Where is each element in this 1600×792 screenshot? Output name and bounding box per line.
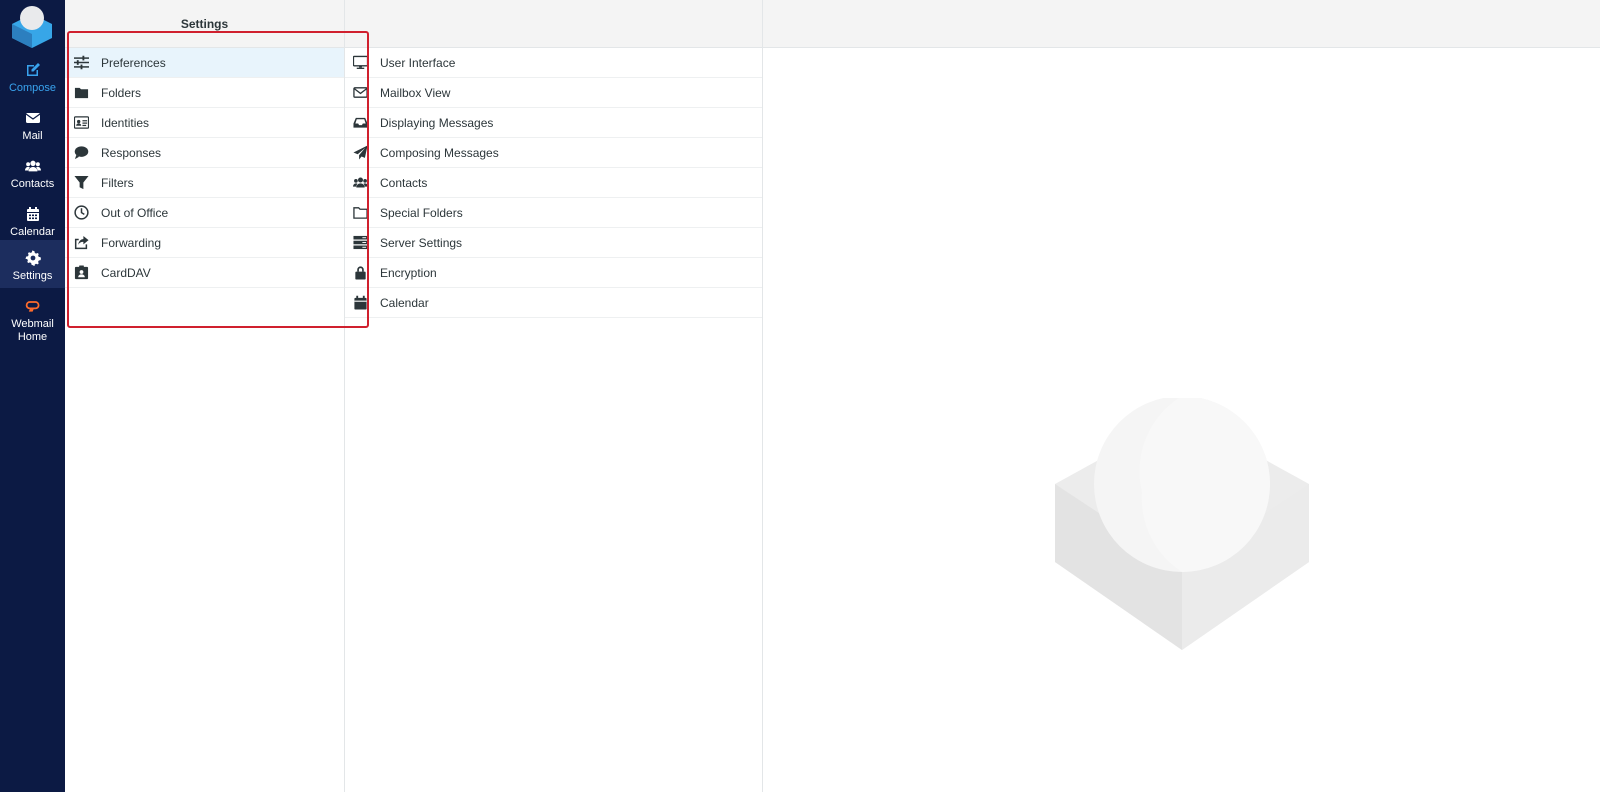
nav-webmail-label: Webmail Home (11, 318, 54, 344)
nav-settings-label: Settings (12, 270, 53, 282)
section-item-displaying-messages[interactable]: Displaying Messages (345, 108, 762, 138)
roundcube-watermark-logo (1055, 398, 1309, 650)
settings-item-out-of-office[interactable]: Out of Office (65, 198, 344, 228)
settings-item-label: Forwarding (101, 235, 162, 250)
roundcube-logo (12, 6, 52, 48)
cpanel-icon (25, 301, 39, 312)
gear-icon (24, 250, 41, 266)
settings-item-folders[interactable]: Folders (65, 78, 344, 108)
settings-item-carddav[interactable]: CardDAV (65, 258, 344, 288)
sections-header (345, 0, 762, 48)
settings-item-identities[interactable]: Identities (65, 108, 344, 138)
nav-compose-label: Compose (8, 82, 57, 94)
nav-contacts[interactable]: Contacts (0, 150, 65, 198)
section-item-composing-messages[interactable]: Composing Messages (345, 138, 762, 168)
settings-item-label: Filters (101, 175, 134, 190)
sliders-icon (73, 55, 89, 71)
users-icon (352, 175, 368, 191)
paper-plane-icon (352, 145, 368, 161)
settings-item-label: Out of Office (101, 205, 169, 220)
content-panel (763, 0, 1600, 792)
calendar-icon (26, 207, 39, 221)
users-icon (24, 160, 41, 172)
filter-icon (73, 175, 89, 191)
section-item-server-settings[interactable]: Server Settings (345, 228, 762, 258)
section-item-label: User Interface (380, 55, 456, 70)
section-item-user-interface[interactable]: User Interface (345, 48, 762, 78)
section-item-label: Encryption (380, 265, 437, 280)
section-item-label: Calendar (380, 295, 429, 310)
nav-webmail-label-line2: Home (17, 331, 48, 343)
settings-item-preferences[interactable]: Preferences (65, 48, 344, 78)
nav-mail-label: Mail (22, 130, 43, 142)
section-item-label: Server Settings (380, 235, 463, 250)
section-item-special-folders[interactable]: Special Folders (345, 198, 762, 228)
share-icon (73, 235, 89, 251)
nav-webmail-label-line1: Webmail (11, 318, 54, 330)
section-item-contacts[interactable]: Contacts (345, 168, 762, 198)
nav-webmail-home[interactable]: Webmail Home (0, 290, 65, 346)
settings-list-panel: Settings Preferences Folders Identities … (65, 0, 345, 792)
nav-calendar-label: Calendar (10, 226, 55, 238)
sections-list-panel: User Interface Mailbox View Displaying M… (345, 0, 763, 792)
nav-mail[interactable]: Mail (0, 102, 65, 150)
section-item-label: Special Folders (380, 205, 463, 220)
settings-item-label: CardDAV (101, 265, 151, 280)
settings-item-label: Identities (101, 115, 150, 130)
clock-icon (73, 205, 89, 221)
section-item-calendar[interactable]: Calendar (345, 288, 762, 318)
settings-header: Settings (65, 0, 344, 48)
folder-outline-icon (352, 205, 368, 221)
nav-calendar[interactable]: Calendar (0, 198, 65, 246)
compose-icon (26, 63, 40, 76)
contact-card-icon (73, 265, 89, 281)
settings-item-forwarding[interactable]: Forwarding (65, 228, 344, 258)
folder-icon (73, 85, 89, 101)
app: Compose Mail Contacts Calendar Settings … (0, 0, 1600, 792)
nav-compose[interactable]: Compose (0, 54, 65, 102)
settings-item-label: Preferences (101, 55, 166, 70)
server-icon (352, 235, 368, 251)
inbox-icon (352, 115, 368, 131)
settings-title: Settings (180, 17, 229, 31)
id-card-icon (73, 115, 89, 131)
envelope-icon (25, 113, 40, 123)
envelope-open-icon (352, 85, 368, 101)
section-item-label: Mailbox View (380, 85, 451, 100)
calendar-icon (352, 295, 368, 311)
section-item-label: Displaying Messages (380, 115, 494, 130)
settings-item-filters[interactable]: Filters (65, 168, 344, 198)
nav-settings[interactable]: Settings (0, 240, 65, 288)
lock-icon (352, 265, 368, 281)
section-item-label: Composing Messages (380, 145, 499, 160)
section-item-label: Contacts (380, 175, 428, 190)
main-nav: Compose Mail Contacts Calendar Settings … (0, 0, 65, 792)
monitor-icon (352, 55, 368, 71)
settings-item-label: Folders (101, 85, 142, 100)
content-header (763, 0, 1600, 48)
nav-contacts-label: Contacts (10, 178, 55, 190)
settings-item-label: Responses (101, 145, 162, 160)
settings-item-responses[interactable]: Responses (65, 138, 344, 168)
section-item-encryption[interactable]: Encryption (345, 258, 762, 288)
comment-icon (73, 145, 89, 161)
section-item-mailbox-view[interactable]: Mailbox View (345, 78, 762, 108)
